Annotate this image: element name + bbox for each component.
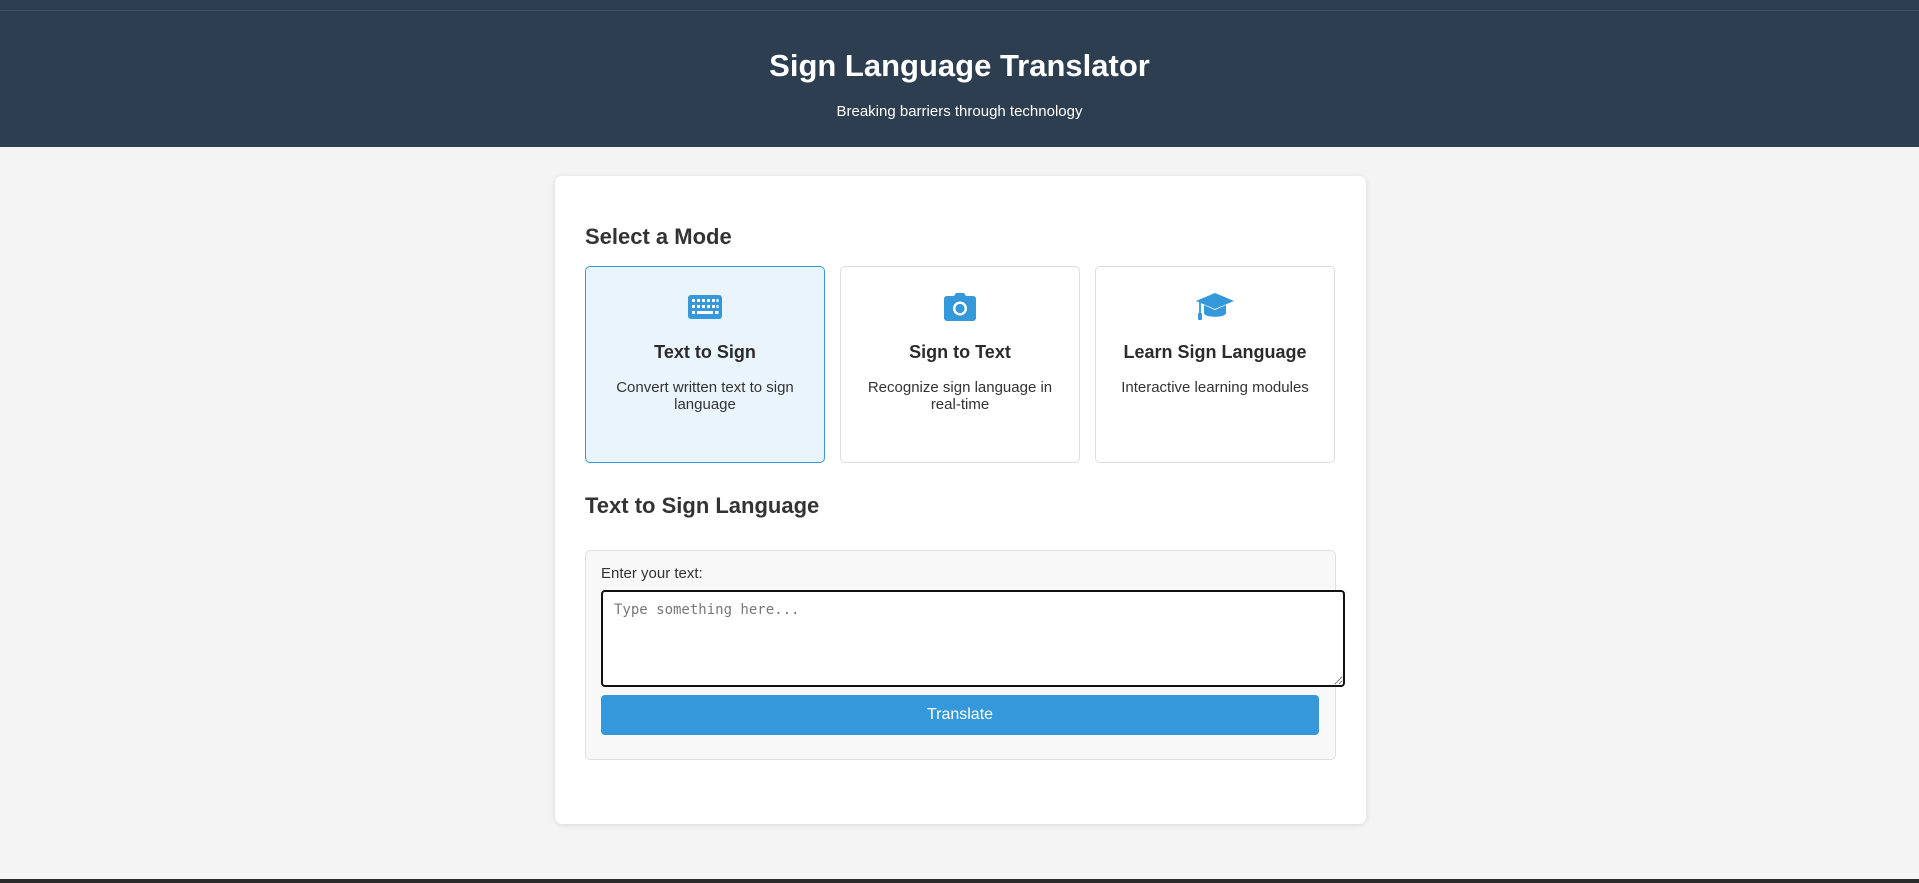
text-to-sign-title: Text to Sign Language <box>585 493 820 519</box>
camera-icon <box>841 289 1079 325</box>
mode-selector: Text to Sign Convert written text to sig… <box>585 266 1336 464</box>
text-input[interactable] <box>601 589 1345 687</box>
mode-title: Learn Sign Language <box>1123 342 1307 363</box>
mode-title: Sign to Text <box>909 342 1011 363</box>
mode-title: Text to Sign <box>654 342 756 363</box>
main-card: Select a Mode Text to Sign Convert writt… <box>555 176 1366 824</box>
mode-description: Interactive learning modules <box>1121 379 1309 397</box>
graduation-cap-icon <box>1096 289 1334 325</box>
top-strip <box>0 0 1919 11</box>
text-input-panel: Enter your text: Translate <box>585 549 1345 760</box>
text-input-label: Enter your text: <box>601 564 703 582</box>
page-title: Sign Language Translator <box>769 48 1150 83</box>
mode-description: Convert written text to sign language <box>616 379 794 414</box>
mode-card-learn-sign-language[interactable]: Learn Sign Language Interactive learning… <box>1095 266 1335 464</box>
mode-section-title: Select a Mode <box>585 224 732 249</box>
keyboard-icon <box>586 289 824 325</box>
mode-description: Recognize sign language in real-time <box>867 379 1053 414</box>
mode-card-text-to-sign[interactable]: Text to Sign Convert written text to sig… <box>585 266 825 464</box>
site-header: Sign Language Translator Breaking barrie… <box>0 11 1919 147</box>
page-subtitle: Breaking barriers through technology <box>836 103 1083 121</box>
mode-card-sign-to-text[interactable]: Sign to Text Recognize sign language in … <box>840 266 1080 464</box>
bottom-strip <box>0 879 1919 883</box>
translate-button[interactable]: Translate <box>601 694 1319 735</box>
